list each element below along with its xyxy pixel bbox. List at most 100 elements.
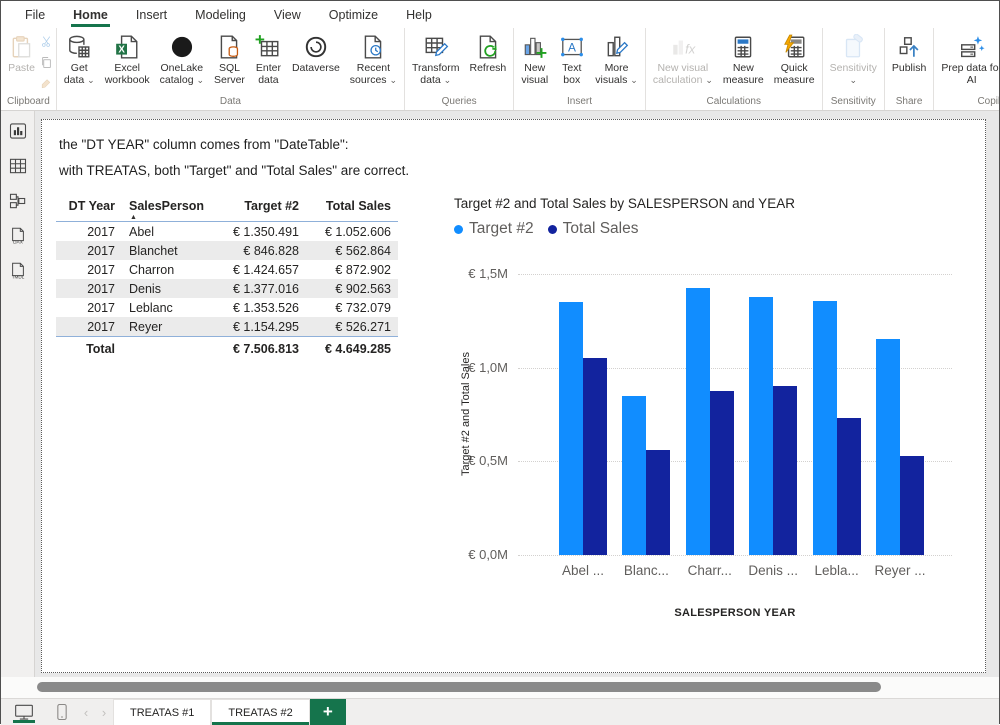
excel-workbook-button[interactable]: XExcelworkbook <box>100 28 155 86</box>
table-cell: 2017 <box>56 260 122 279</box>
scrollbar-row <box>1 677 999 698</box>
publish-button[interactable]: Publish <box>887 28 931 74</box>
table-column-header[interactable]: Target #2 <box>218 196 306 222</box>
recent-sources-icon <box>360 33 387 60</box>
table-row[interactable]: 2017Abel€ 1.350.491€ 1.052.606 <box>56 222 398 242</box>
prev-page-arrow[interactable]: ‹ <box>77 699 95 725</box>
menu-item-optimize[interactable]: Optimize <box>315 1 392 28</box>
paste-icon <box>8 33 35 60</box>
legend-item[interactable]: Total Sales <box>548 220 639 238</box>
bar-sales-reyer[interactable] <box>900 456 924 555</box>
prep-data-for-ai-button[interactable]: Prep data forAI <box>936 28 999 86</box>
page-tab-1[interactable]: TREATAS #1 <box>113 699 211 725</box>
table-row[interactable]: 2017Leblanc€ 1.353.526€ 732.079 <box>56 298 398 317</box>
sensitivity-button[interactable]: Sensitivity⌄ <box>825 28 882 86</box>
page-tab-2[interactable]: TREATAS #2 <box>211 699 309 725</box>
x-axis-tick-label: Lebla... <box>802 563 872 578</box>
ribbon-group-data: Getdata ⌄XExcelworkbookOneLakecatalog ⌄S… <box>57 28 405 110</box>
table-column-header[interactable]: Total Sales <box>306 196 398 222</box>
bar-target-denis[interactable] <box>749 297 773 555</box>
chevron-down-icon: ⌄ <box>705 75 713 85</box>
format-painter-icon[interactable] <box>40 77 53 95</box>
add-page-button[interactable]: + <box>310 699 346 725</box>
menu-item-insert[interactable]: Insert <box>122 1 181 28</box>
bar-target-lebla[interactable] <box>813 301 837 555</box>
table-visual[interactable]: DT YearSalesPerson▲Target #2Total Sales2… <box>56 196 398 359</box>
new-visual-button[interactable]: Newvisual <box>516 28 553 86</box>
svg-text:TMDL: TMDL <box>11 274 24 279</box>
bar-sales-lebla[interactable] <box>837 418 861 555</box>
dax-query-view-button[interactable]: DAX <box>7 225 29 247</box>
clipboard-small-buttons <box>40 28 53 95</box>
get-data-button[interactable]: Getdata ⌄ <box>59 28 100 86</box>
table-cell: 2017 <box>56 241 122 260</box>
bar-target-charr[interactable] <box>686 288 710 555</box>
desktop-view-button[interactable] <box>9 699 39 725</box>
text-box-button[interactable]: ATextbox <box>553 28 590 86</box>
menu-item-modeling[interactable]: Modeling <box>181 1 260 28</box>
menu-item-help[interactable]: Help <box>392 1 446 28</box>
tmdl-view-button[interactable]: TMDL <box>7 260 29 282</box>
chevron-down-icon: ⌄ <box>849 75 857 85</box>
dataverse-button[interactable]: Dataverse <box>287 28 345 74</box>
model-view-button[interactable] <box>7 190 29 212</box>
bar-sales-abel[interactable] <box>583 358 607 555</box>
quick-measure-button[interactable]: Quickmeasure <box>769 28 820 86</box>
copy-icon[interactable] <box>40 56 53 74</box>
table-cell: € 526.271 <box>306 317 398 337</box>
y-axis-title: Target #2 and Total Sales <box>460 352 472 476</box>
new-visual-calculation-button[interactable]: fxNew visualcalculation ⌄ <box>648 28 718 86</box>
menu-item-file[interactable]: File <box>11 1 59 28</box>
table-row[interactable]: 2017Blanchet€ 846.828€ 562.864 <box>56 241 398 260</box>
report-view-button[interactable] <box>7 120 29 142</box>
bar-sales-charr[interactable] <box>710 391 734 555</box>
more-visuals-button[interactable]: Morevisuals ⌄ <box>590 28 643 86</box>
table-row[interactable]: 2017Denis€ 1.377.016€ 902.563 <box>56 279 398 298</box>
legend-item[interactable]: Target #2 <box>454 220 534 238</box>
table-row[interactable]: 2017Charron€ 1.424.657€ 872.902 <box>56 260 398 279</box>
onelake-catalog-icon <box>168 33 195 60</box>
powerbi-desktop-window: { "icons": { "chevron_down": "⌄", "sort_… <box>0 0 1000 724</box>
table-cell: Blanchet <box>122 241 218 260</box>
enter-data-button[interactable]: Enterdata <box>250 28 287 86</box>
paste-label: Paste <box>8 62 35 74</box>
table-cell: Charron <box>122 260 218 279</box>
bar-sales-denis[interactable] <box>773 386 797 555</box>
bar-chart-visual[interactable]: Target #2 and Total Sales by SALESPERSON… <box>452 192 984 662</box>
ribbon-group-label: Data <box>59 95 402 110</box>
next-page-arrow[interactable]: › <box>95 699 113 725</box>
table-row[interactable]: 2017Reyer€ 1.154.295€ 526.271 <box>56 317 398 337</box>
x-axis-tick-label: Denis ... <box>738 563 808 578</box>
table-cell: € 902.563 <box>306 279 398 298</box>
get-data-label: Getdata ⌄ <box>64 62 95 86</box>
table-cell: € 1.424.657 <box>218 260 306 279</box>
more-visuals-icon <box>603 33 630 60</box>
sensitivity-label: Sensitivity⌄ <box>830 62 877 86</box>
bar-target-reyer[interactable] <box>876 339 900 555</box>
recent-sources-button[interactable]: Recentsources ⌄ <box>345 28 402 86</box>
report-page[interactable]: the "DT YEAR" column comes from "DateTab… <box>41 119 986 673</box>
table-view-button[interactable] <box>7 155 29 177</box>
onelake-catalog-button[interactable]: OneLakecatalog ⌄ <box>155 28 209 86</box>
chart-title: Target #2 and Total Sales by SALESPERSON… <box>454 196 795 211</box>
publish-label: Publish <box>892 62 926 74</box>
y-axis-tick-label: € 0,0M <box>452 547 508 562</box>
menu-item-view[interactable]: View <box>260 1 315 28</box>
transform-data-button[interactable]: Transformdata ⌄ <box>407 28 464 86</box>
gridline <box>518 274 952 275</box>
table-column-header[interactable]: DT Year <box>56 196 122 222</box>
bar-target-blanc[interactable] <box>622 396 646 555</box>
publish-icon <box>896 33 923 60</box>
onelake-catalog-label: OneLakecatalog ⌄ <box>160 62 204 86</box>
new-measure-button[interactable]: Newmeasure <box>718 28 769 86</box>
horizontal-scrollbar[interactable] <box>37 682 881 692</box>
sql-server-button[interactable]: SQLServer <box>209 28 250 86</box>
paste-button[interactable]: Paste <box>3 28 40 74</box>
bar-sales-blanc[interactable] <box>646 450 670 555</box>
bar-target-abel[interactable] <box>559 302 583 555</box>
refresh-button[interactable]: Refresh <box>464 28 511 74</box>
mobile-view-button[interactable] <box>47 699 77 725</box>
table-column-header[interactable]: SalesPerson▲ <box>122 196 218 222</box>
menu-item-home[interactable]: Home <box>59 1 122 28</box>
cut-icon[interactable] <box>40 35 53 53</box>
